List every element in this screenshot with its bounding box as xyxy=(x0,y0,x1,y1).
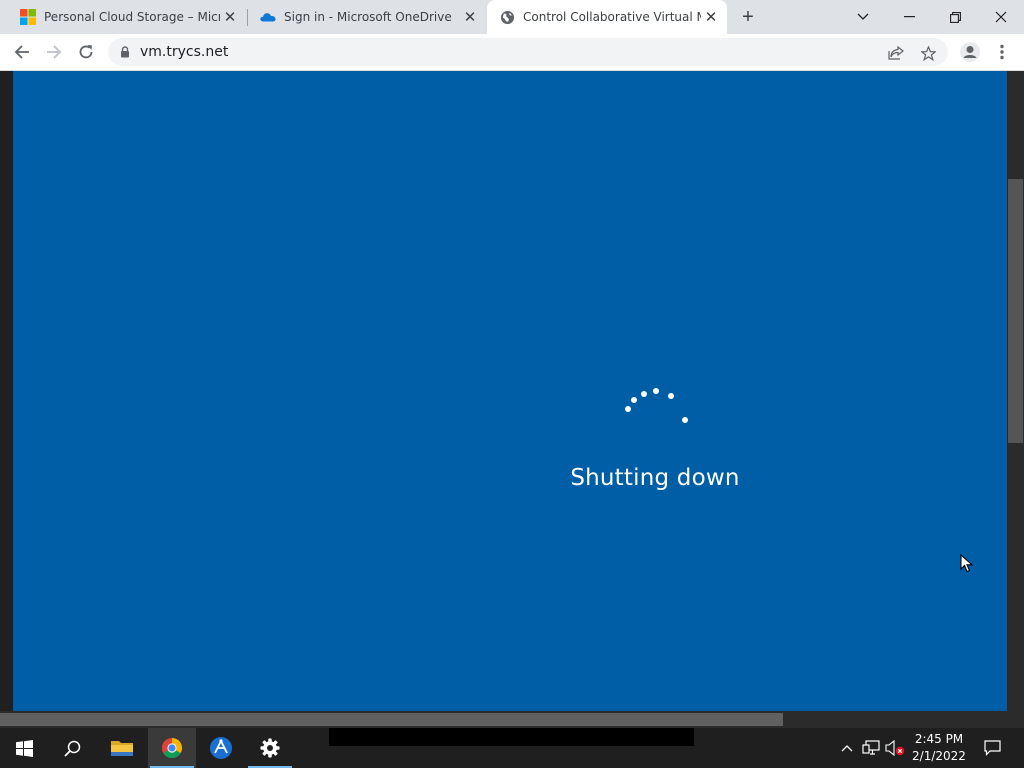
tab-control-collaborative-vm[interactable]: Control Collaborative Virtual Ma ✕ xyxy=(487,0,727,34)
search-icon xyxy=(63,740,80,757)
app-button[interactable] xyxy=(197,728,245,768)
network-button[interactable] xyxy=(860,728,882,768)
arrow-left-icon xyxy=(14,45,29,59)
browser-toolbar: vm.trycs.net xyxy=(0,34,1024,71)
vm-display[interactable] xyxy=(13,71,1007,711)
close-tab-icon[interactable]: ✕ xyxy=(701,7,721,27)
restore-button[interactable] xyxy=(932,0,978,34)
loading-spinner-icon xyxy=(610,381,700,441)
tab-onedrive-sign-in[interactable]: Sign in - Microsoft OneDrive ✕ xyxy=(248,0,486,34)
search-button[interactable] xyxy=(48,728,96,768)
folder-icon xyxy=(111,741,133,756)
notification-icon xyxy=(983,740,1001,756)
shutdown-status-text: Shutting down xyxy=(570,465,740,491)
vertical-scrollbar-thumb[interactable] xyxy=(1008,179,1023,443)
volume-muted-icon xyxy=(885,740,905,756)
minimize-icon xyxy=(903,16,915,18)
minimize-button[interactable] xyxy=(886,0,932,34)
file-explorer-button[interactable] xyxy=(98,728,146,768)
browser-tab-strip: Personal Cloud Storage – Microsoft ✕ Sig… xyxy=(0,0,1024,34)
bookmark-button[interactable] xyxy=(921,46,936,61)
chevron-down-icon xyxy=(857,13,869,20)
reload-icon xyxy=(79,45,93,59)
windows-taskbar: 2:45 PM 2/1/2022 xyxy=(0,728,1024,768)
profile-button[interactable] xyxy=(956,38,984,66)
chrome-button[interactable] xyxy=(148,728,196,768)
web-content: Shutting down xyxy=(0,71,1024,728)
restore-icon xyxy=(949,11,961,23)
redacted-bar xyxy=(329,728,694,746)
tab-search-button[interactable] xyxy=(840,0,886,34)
globe-icon xyxy=(499,9,515,25)
gear-icon xyxy=(260,738,280,758)
action-center-button[interactable] xyxy=(980,728,1004,768)
onedrive-cloud-icon xyxy=(260,9,276,25)
close-icon xyxy=(995,11,1007,23)
settings-button[interactable] xyxy=(246,728,294,768)
horizontal-scrollbar[interactable] xyxy=(0,711,1024,728)
show-hidden-icons-button[interactable] xyxy=(837,728,857,768)
tab-title: Personal Cloud Storage – Microsoft xyxy=(44,10,220,24)
horizontal-scrollbar-thumb[interactable] xyxy=(0,713,783,726)
clock-date: 2/1/2022 xyxy=(912,749,966,763)
windows-logo-icon xyxy=(15,739,33,757)
share-button[interactable] xyxy=(888,46,904,60)
vertical-scrollbar[interactable] xyxy=(1007,71,1024,711)
chevron-up-icon xyxy=(841,745,853,752)
new-tab-button[interactable]: + xyxy=(736,5,760,29)
address-bar[interactable]: vm.trycs.net xyxy=(108,38,948,66)
close-tab-icon[interactable]: ✕ xyxy=(460,7,480,27)
lock-icon xyxy=(120,46,130,58)
more-vertical-icon xyxy=(1000,44,1004,60)
forward-button[interactable] xyxy=(40,38,68,66)
app-icon xyxy=(210,737,232,759)
volume-button[interactable] xyxy=(884,728,906,768)
menu-button[interactable] xyxy=(988,38,1016,66)
start-button[interactable] xyxy=(0,728,48,768)
share-icon xyxy=(888,46,904,60)
back-button[interactable] xyxy=(8,38,36,66)
star-icon xyxy=(921,46,936,61)
microsoft-logo-icon xyxy=(20,9,36,25)
reload-button[interactable] xyxy=(72,38,100,66)
arrow-right-icon xyxy=(47,45,62,59)
chrome-icon xyxy=(162,738,182,758)
clock-time: 2:45 PM xyxy=(914,732,964,746)
avatar-icon xyxy=(960,42,980,62)
system-clock[interactable]: 2:45 PM 2/1/2022 xyxy=(906,731,972,765)
url-text: vm.trycs.net xyxy=(140,44,229,60)
tab-personal-cloud-storage[interactable]: Personal Cloud Storage – Microsoft ✕ xyxy=(8,0,246,34)
close-window-button[interactable] xyxy=(978,0,1024,34)
tab-title: Sign in - Microsoft OneDrive xyxy=(284,10,452,24)
mouse-cursor-icon xyxy=(960,554,974,573)
tab-title: Control Collaborative Virtual Ma xyxy=(523,10,701,24)
close-tab-icon[interactable]: ✕ xyxy=(220,7,240,27)
network-icon xyxy=(862,740,880,755)
